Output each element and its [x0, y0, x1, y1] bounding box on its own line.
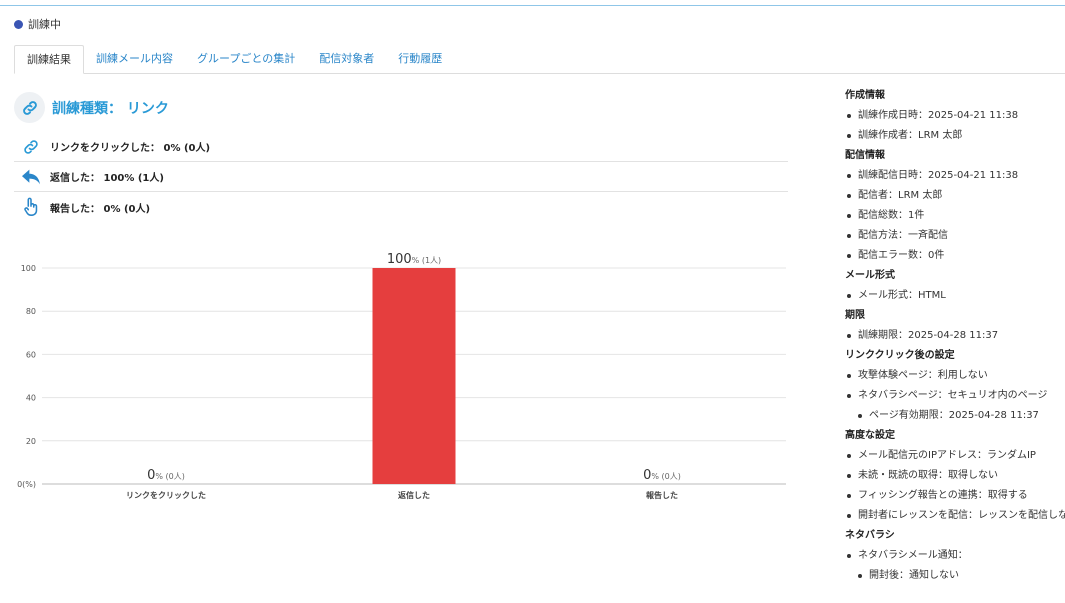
training-status: 訓練中: [14, 16, 61, 32]
sidebar-section-title: リンククリック後の設定: [845, 350, 955, 361]
y-tick-label: 40: [26, 394, 36, 403]
stat-link-clicked-label: リンクをクリックした： 0% (0人): [50, 143, 211, 154]
sidebar-info-item: フィッシング報告との連携：取得する: [845, 486, 1065, 506]
sidebar-info-item: 開封者にレッスンを配信：レッスンを配信しない: [845, 506, 1065, 526]
tab-bar: 訓練結果 訓練メール内容 グループごとの集計 配信対象者 行動履歴: [14, 45, 1065, 74]
sidebar-section-list: 訓練配信日時：2025-04-21 11:38 配信者：LRM 太郎 配信総数：1件…: [845, 166, 1065, 266]
sidebar-info-item: 攻撃体験ページ：利用しない: [845, 366, 1065, 386]
reply-icon: [20, 166, 42, 188]
sidebar-info-item: 配信エラー数：0件: [845, 246, 1065, 266]
sidebar-info-item: 配信総数：1件: [845, 206, 1065, 226]
sidebar-section-list: メール形式：HTML: [845, 286, 1065, 306]
y-tick-label: 0(%): [17, 480, 36, 489]
status-label: 訓練中: [28, 18, 61, 31]
training-type-title: 訓練種類： リンク: [52, 100, 169, 117]
sidebar-info-item: 訓練配信日時：2025-04-21 11:38: [845, 166, 1065, 186]
status-dot-icon: [14, 19, 23, 29]
tab-activity-history[interactable]: 行動履歴: [386, 45, 454, 73]
sidebar-info-item: 未読・既読の取得：取得しない: [845, 466, 1065, 486]
sidebar-info-item: 訓練期限：2025-04-28 11:37: [845, 326, 1065, 346]
sidebar-info-item: ネタバラシページ：セキュリオ内のページ: [845, 386, 1065, 406]
x-tick-label: 返信した: [398, 490, 430, 500]
sidebar-info-item: 配信方法：一斉配信: [845, 226, 1065, 246]
sidebar-section-title: ネタバラシ: [845, 530, 895, 541]
sidebar-section-title: 期限: [845, 310, 865, 321]
sidebar-section-title: 作成情報: [845, 90, 885, 101]
data-label: 100% (1人): [387, 252, 441, 267]
chart-bar: [372, 268, 456, 484]
sidebar-section-list: 訓練期限：2025-04-28 11:37: [845, 326, 1065, 346]
y-tick-label: 80: [26, 307, 36, 316]
sidebar-section-title: 高度な設定: [845, 430, 895, 441]
sidebar-section-list: 攻撃体験ページ：利用しない ネタバラシページ：セキュリオ内のページ ページ有効期限：…: [845, 366, 1065, 426]
y-tick-label: 20: [26, 437, 36, 446]
sidebar-info-item: 配信者：LRM 太郎: [845, 186, 1065, 206]
stat-reported: 報告した： 0% (0人): [14, 192, 788, 222]
link-icon: [14, 92, 45, 123]
sidebar-section-title: メール形式: [845, 270, 895, 281]
header-divider: [0, 5, 1065, 6]
sidebar-info-item: メール配信元のIPアドレス：ランダムIP: [845, 446, 1065, 466]
results-bar-chart: 0(%) 20 40 60 80 100 0% (0人) リンクをクリックした 100% (1人…: [17, 252, 786, 500]
sidebar-info-item: 開封後：通知しない: [845, 566, 1065, 586]
data-label: 0% (0人): [147, 468, 185, 483]
stat-replied: 返信した： 100% (1人): [14, 162, 788, 192]
sidebar-section-list: ネタバラシメール通知： 開封後：通知しない: [845, 546, 1065, 586]
stat-replied-label: 返信した： 100% (1人): [50, 173, 164, 184]
y-tick-label: 100: [21, 264, 36, 273]
x-tick-label: リンクをクリックした: [126, 490, 206, 500]
sidebar-info-item: メール形式：HTML: [845, 286, 1065, 306]
y-tick-label: 60: [26, 350, 36, 359]
report-icon: [20, 196, 42, 218]
sidebar-info-item: ページ有効期限：2025-04-28 11:37: [845, 406, 1065, 426]
data-label: 0% (0人): [643, 468, 681, 483]
x-tick-label: 報告した: [646, 490, 678, 500]
link-icon: [20, 136, 42, 158]
sidebar-section-list: 訓練作成日時：2025-04-21 11:38 訓練作成者：LRM 太郎: [845, 106, 1065, 146]
stat-link-clicked: リンクをクリックした： 0% (0人): [14, 132, 788, 162]
tab-group-summary[interactable]: グループごとの集計: [185, 45, 307, 73]
sidebar-section-list: メール配信元のIPアドレス：ランダムIP 未読・既読の取得：取得しない フィッシング…: [845, 446, 1065, 526]
training-info-sidebar: 作成情報 訓練作成日時：2025-04-21 11:38 訓練作成者：LRM 太郎配…: [845, 86, 1065, 586]
sidebar-info-item: 訓練作成者：LRM 太郎: [845, 126, 1065, 146]
training-type: 訓練種類： リンク: [14, 92, 169, 123]
sidebar-info-item: 訓練作成日時：2025-04-21 11:38: [845, 106, 1065, 126]
tab-mail-content[interactable]: 訓練メール内容: [84, 45, 185, 73]
tab-results[interactable]: 訓練結果: [14, 45, 84, 74]
stat-reported-label: 報告した： 0% (0人): [50, 203, 151, 215]
tab-recipients[interactable]: 配信対象者: [307, 45, 386, 73]
sidebar-section-title: 配信情報: [845, 150, 885, 161]
sidebar-info-item: ネタバラシメール通知：: [845, 546, 1065, 566]
